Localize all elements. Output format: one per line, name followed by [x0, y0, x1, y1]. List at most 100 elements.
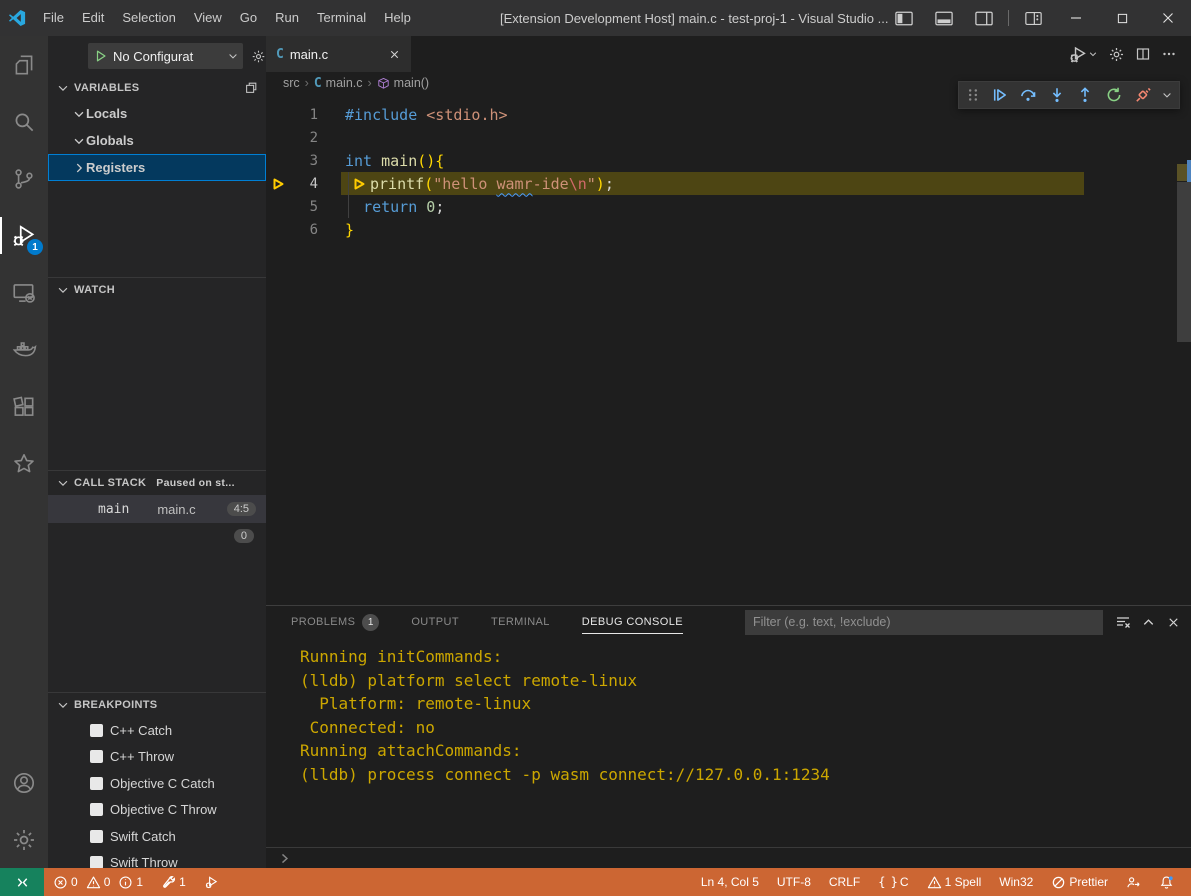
variables-item-globals[interactable]: Globals — [48, 127, 266, 154]
menu-help[interactable]: Help — [375, 0, 420, 36]
debug-settings-gear-icon[interactable] — [251, 49, 266, 64]
step-over-button[interactable] — [1015, 83, 1041, 107]
menu-file[interactable]: File — [34, 0, 73, 36]
restart-button[interactable] — [1101, 83, 1127, 107]
status-platform[interactable]: Win32 — [990, 868, 1042, 896]
breakpoint-checkbox[interactable] — [90, 777, 103, 790]
activity-settings[interactable] — [0, 811, 48, 868]
breakpoint-checkbox[interactable] — [90, 750, 103, 763]
breakpoint-gutter[interactable] — [266, 126, 292, 149]
toggle-secondary-sidebar-button[interactable] — [964, 0, 1004, 36]
activity-wamr-ide[interactable] — [0, 435, 48, 492]
run-or-debug-button[interactable] — [1069, 45, 1098, 64]
panel-tab-problems[interactable]: PROBLEMS1 — [283, 606, 387, 638]
panel-tab-terminal[interactable]: TERMINAL — [483, 606, 558, 638]
activity-remote-explorer[interactable] — [0, 264, 48, 321]
activity-run-and-debug[interactable]: 1 — [0, 207, 48, 264]
status-eol[interactable]: CRLF — [820, 868, 869, 896]
copy-icon[interactable] — [244, 81, 258, 95]
debug-console-repl-input[interactable] — [266, 847, 1191, 868]
status-notifications[interactable] — [1150, 868, 1183, 896]
more-actions-icon[interactable] — [1161, 46, 1177, 62]
debug-config-dropdown[interactable]: No Configurat — [88, 43, 243, 69]
continue-button[interactable] — [986, 83, 1012, 107]
activity-source-control[interactable] — [0, 150, 48, 207]
scrollbar-thumb[interactable] — [1177, 182, 1191, 342]
activity-explorer[interactable] — [0, 36, 48, 93]
code-editor[interactable]: 1#include <stdio.h>23int main(){4printf(… — [266, 94, 1191, 605]
breakpoint-row[interactable]: Swift Catch — [48, 823, 266, 850]
variables-header[interactable]: VARIABLES — [48, 76, 266, 100]
clear-console-icon[interactable] — [1115, 614, 1131, 630]
panel-tab-debug-console[interactable]: DEBUG CONSOLE — [574, 606, 691, 638]
step-into-button[interactable] — [1044, 83, 1070, 107]
more-debug-actions[interactable] — [1159, 83, 1175, 107]
disconnect-button[interactable] — [1130, 83, 1156, 107]
menu-selection[interactable]: Selection — [113, 0, 184, 36]
status-language-mode[interactable]: { }C — [869, 868, 917, 896]
activity-accounts[interactable] — [0, 754, 48, 811]
variables-item-registers[interactable]: Registers — [48, 154, 266, 181]
variables-item-locals[interactable]: Locals — [48, 100, 266, 127]
breakpoint-row[interactable]: C++ Throw — [48, 744, 266, 771]
status-debug-status[interactable] — [195, 868, 228, 896]
breakpoint-gutter[interactable] — [266, 195, 292, 218]
editor-scrollbar[interactable] — [1177, 94, 1191, 605]
watch-header[interactable]: WATCH — [48, 278, 266, 302]
status-problems[interactable]: 001 — [44, 868, 152, 896]
debug-stackframe-gutter-icon[interactable] — [266, 172, 292, 195]
split-editor-icon[interactable] — [1135, 46, 1151, 62]
menu-view[interactable]: View — [185, 0, 231, 36]
toggle-panel-button[interactable] — [924, 0, 964, 36]
call-stack-header[interactable]: CALL STACK Paused on st... — [48, 471, 266, 495]
breakpoint-row[interactable]: Swift Throw — [48, 850, 266, 869]
breadcrumb-file[interactable]: main.c — [326, 76, 363, 90]
status-encoding[interactable]: UTF-8 — [768, 868, 820, 896]
status-tools[interactable]: 1 — [152, 868, 195, 896]
breakpoints-header[interactable]: BREAKPOINTS — [48, 693, 266, 717]
code-line-4[interactable]: 4printf("hello wamr-ide\n"); — [266, 172, 1191, 195]
maximize-panel-icon[interactable] — [1141, 615, 1156, 630]
status-spell[interactable]: 1 Spell — [918, 868, 991, 896]
breakpoint-checkbox[interactable] — [90, 803, 103, 816]
panel-tab-output[interactable]: OUTPUT — [403, 606, 467, 638]
breadcrumb-symbol[interactable]: main() — [394, 76, 429, 90]
menu-run[interactable]: Run — [266, 0, 308, 36]
status-feedback[interactable] — [1117, 868, 1150, 896]
breakpoint-gutter[interactable] — [266, 218, 292, 241]
customize-layout-button[interactable] — [1013, 0, 1053, 36]
activity-docker[interactable] — [0, 321, 48, 378]
minimize-button[interactable] — [1053, 0, 1099, 36]
activity-extensions[interactable] — [0, 378, 48, 435]
close-tab-icon[interactable] — [388, 48, 401, 61]
status-remote[interactable] — [0, 868, 44, 896]
code-line-3[interactable]: 3int main(){ — [266, 149, 1191, 172]
tab-main-c[interactable]: C main.c — [266, 36, 411, 72]
toolbar-drag-handle[interactable] — [963, 83, 983, 107]
breakpoint-row[interactable]: Objective C Catch — [48, 770, 266, 797]
editor-settings-gear-icon[interactable] — [1108, 46, 1125, 63]
menu-go[interactable]: Go — [231, 0, 266, 36]
close-panel-icon[interactable] — [1166, 615, 1181, 630]
status-cursor-position[interactable]: Ln 4, Col 5 — [692, 868, 768, 896]
code-line-6[interactable]: 6} — [266, 218, 1191, 241]
breakpoint-checkbox[interactable] — [90, 830, 103, 843]
menu-edit[interactable]: Edit — [73, 0, 113, 36]
breakpoint-row[interactable]: Objective C Throw — [48, 797, 266, 824]
menu-terminal[interactable]: Terminal — [308, 0, 375, 36]
code-line-5[interactable]: 5 return 0; — [266, 195, 1191, 218]
toggle-primary-sidebar-button[interactable] — [884, 0, 924, 36]
activity-search[interactable] — [0, 93, 48, 150]
console-filter-input[interactable] — [745, 610, 1103, 635]
close-window-button[interactable] — [1145, 0, 1191, 36]
code-line-2[interactable]: 2 — [266, 126, 1191, 149]
stack-frame-row[interactable]: main main.c 4:5 — [48, 495, 266, 523]
breakpoint-checkbox[interactable] — [90, 724, 103, 737]
breakpoint-gutter[interactable] — [266, 103, 292, 126]
step-out-button[interactable] — [1072, 83, 1098, 107]
maximize-button[interactable] — [1099, 0, 1145, 36]
breakpoint-gutter[interactable] — [266, 149, 292, 172]
status-prettier[interactable]: Prettier — [1042, 868, 1117, 896]
breadcrumb-folder[interactable]: src — [283, 76, 300, 90]
breakpoint-row[interactable]: C++ Catch — [48, 717, 266, 744]
